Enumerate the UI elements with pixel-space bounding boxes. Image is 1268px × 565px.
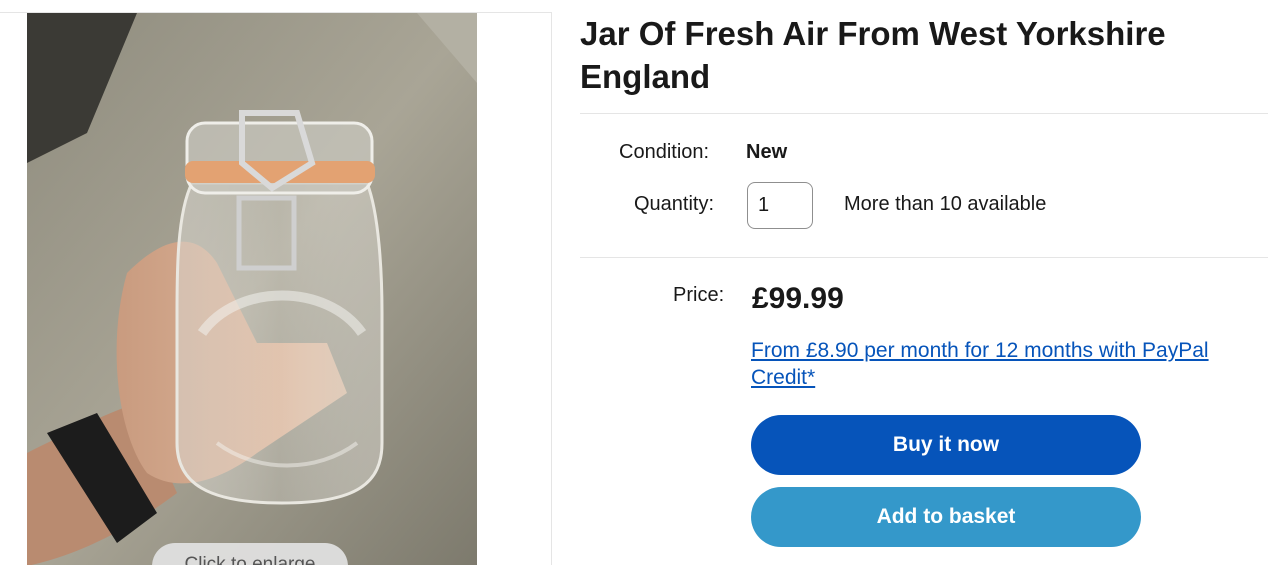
click-to-enlarge-button[interactable]: Click to enlarge [152,543,348,565]
availability-text: More than 10 available [844,193,1047,215]
quantity-label: Quantity: [634,193,715,215]
divider-middle [580,257,1268,258]
product-image[interactable] [27,13,477,565]
buy-it-now-button[interactable]: Buy it now [751,415,1141,475]
price-label: Price: [673,284,725,306]
product-title: Jar Of Fresh Air From West Yorkshire Eng… [580,15,1166,95]
jar-photo-icon [27,13,477,565]
condition-value: New [746,141,788,163]
quantity-input[interactable] [747,182,813,229]
image-gallery: Click to enlarge [0,12,552,565]
price-value: £99.99 [752,282,844,315]
divider-top [580,113,1268,114]
paypal-credit-link[interactable]: From £8.90 per month for 12 months with … [751,337,1251,391]
add-to-basket-button[interactable]: Add to basket [751,487,1141,547]
condition-label: Condition: [619,141,710,163]
